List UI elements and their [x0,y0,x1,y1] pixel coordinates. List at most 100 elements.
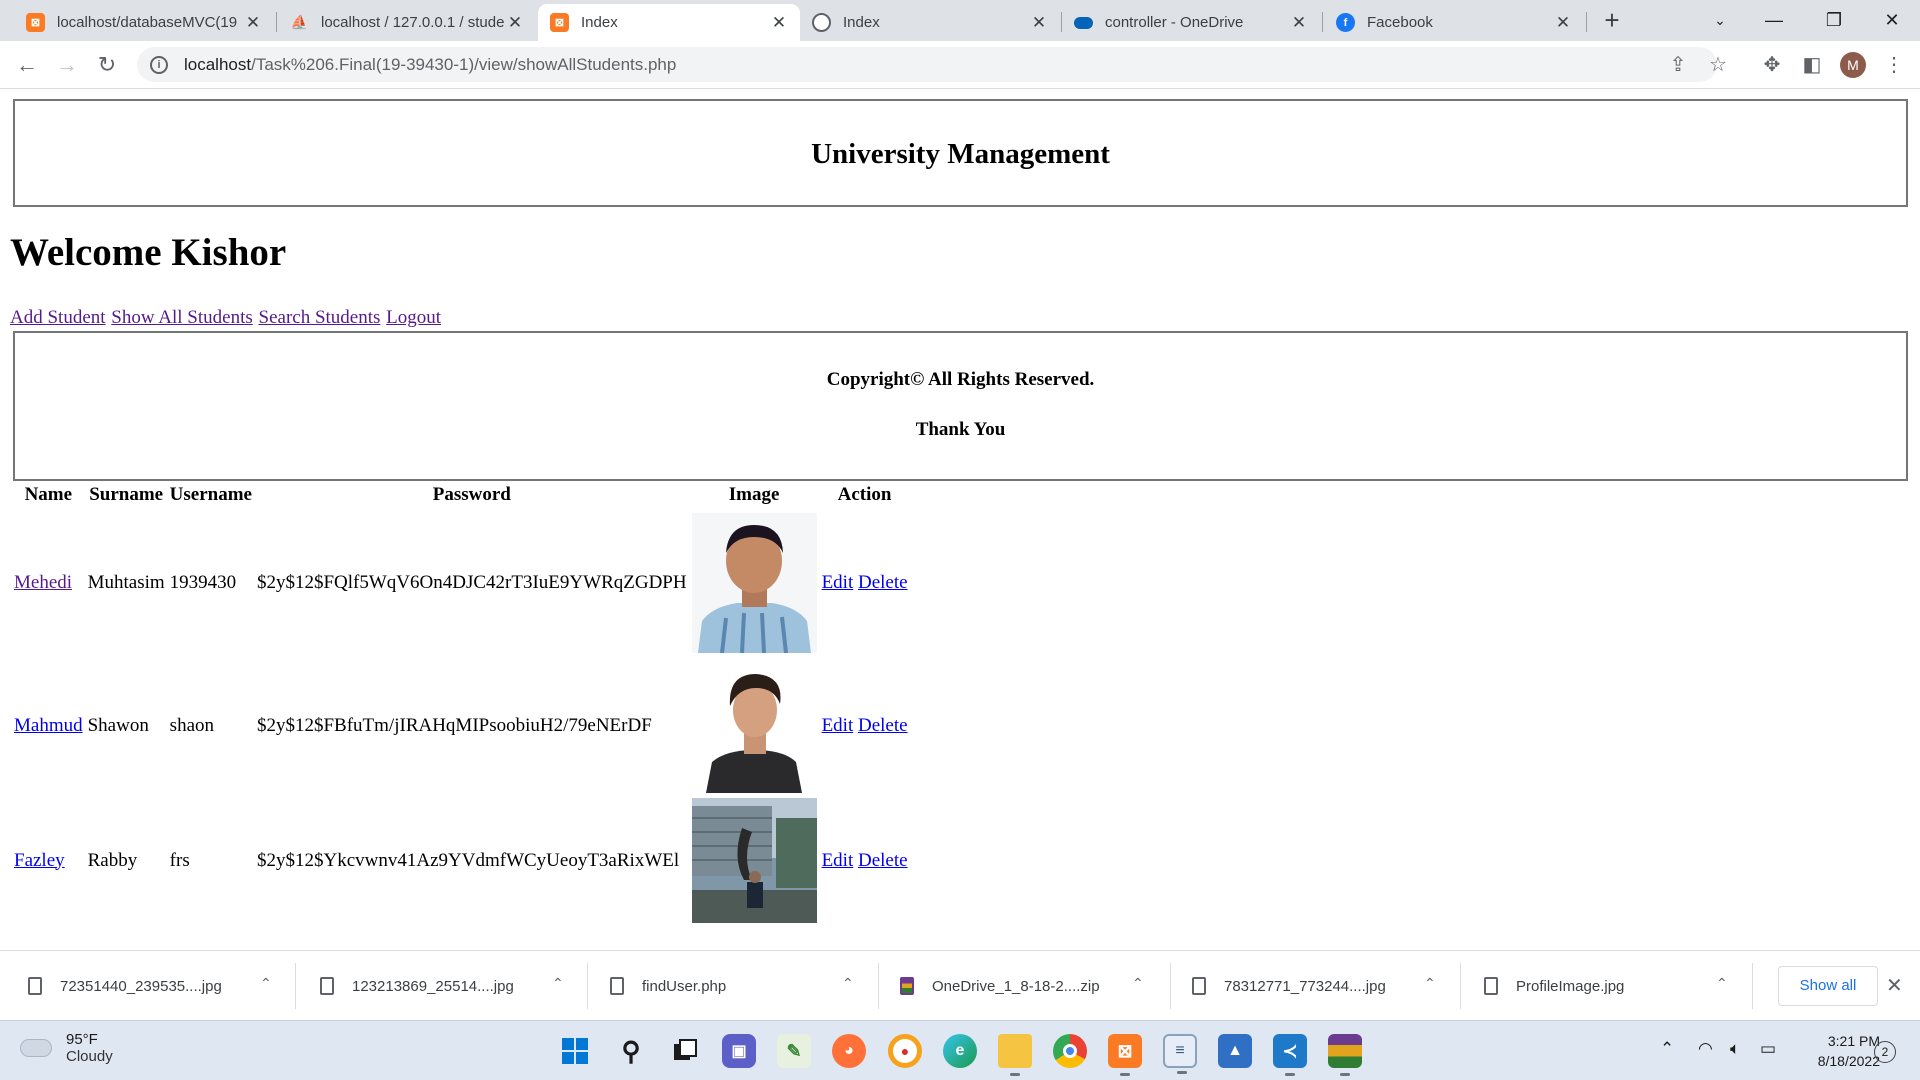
new-tab-button[interactable]: + [1598,6,1626,34]
back-arrow-icon[interactable]: ← [12,50,42,80]
delete-link[interactable]: Delete [858,715,908,736]
close-tab-icon[interactable]: ✕ [1030,13,1048,33]
volume-icon[interactable]: 🔈︎ [1730,1039,1740,1059]
forward-arrow-icon[interactable]: → [52,50,82,80]
nav-links: Add Student Show All Students Search Stu… [10,307,442,329]
teams-chat-icon[interactable]: ▣ [722,1034,756,1068]
student-password-hash: $2y$12$Ykcvwnv41Az9YVdmfWCyUeoyT3aRixWEl [256,849,680,871]
minimize-button[interactable]: — [1746,0,1802,40]
tab-separator [1322,12,1323,32]
show-all-downloads-button[interactable]: Show all [1778,966,1878,1006]
thank-you-text: Thank You [915,419,1006,440]
chevron-up-icon[interactable]: ⌃ [842,975,854,992]
reload-icon[interactable]: ↻ [92,50,122,80]
chrome-icon[interactable] [1053,1034,1087,1068]
student-photo-cell [691,512,818,654]
chevron-up-icon[interactable]: ⌃ [552,975,564,992]
download-bar: 72351440_239535....jpg ⌃ 123213869_25514… [0,950,1920,1020]
restore-button[interactable]: ❐ [1806,0,1862,40]
edit-link[interactable]: Edit [822,572,854,593]
edit-link[interactable]: Edit [822,715,854,736]
close-download-bar-icon[interactable]: ✕ [1886,973,1903,998]
side-panel-icon[interactable]: ◧ [1798,51,1826,79]
browser-tab-6[interactable]: f Facebook ✕ [1324,4,1584,41]
clock-date: 8/18/2022 [1817,1053,1880,1069]
download-item[interactable]: 78312771_773244....jpg ⌃ [1192,951,1442,1021]
student-username: 1939430 [169,572,237,593]
close-window-button[interactable]: ✕ [1864,0,1920,40]
close-tab-icon[interactable]: ✕ [1554,13,1572,33]
chevron-up-icon[interactable]: ⌃ [260,975,272,992]
tab-separator [1586,12,1587,32]
site-info-icon[interactable]: i [150,55,168,74]
chevron-up-icon[interactable]: ⌃ [1660,1039,1674,1059]
opera-gx-icon[interactable]: ● [888,1034,922,1068]
chevron-up-icon[interactable]: ⌃ [1132,975,1144,992]
student-name-link[interactable]: Fazley [14,850,65,871]
browser-tab-5[interactable]: controller - OneDrive ✕ [1062,4,1320,41]
clock[interactable]: 3:21 PM 8/18/2022 [1790,1031,1880,1071]
wifi-icon[interactable]: ◠ [1698,1039,1713,1059]
address-bar[interactable]: i localhost/Task%206.Final(19-39430-1)/v… [137,47,1727,82]
browser-tab-3-active[interactable]: ⊠ Index ✕ [538,4,800,41]
close-tab-icon[interactable]: ✕ [1290,13,1308,33]
browser-tab-2[interactable]: ⛵ localhost / 127.0.0.1 / stude ✕ [278,4,536,41]
chevron-up-icon[interactable]: ⌃ [1716,975,1728,992]
download-item[interactable]: ProfileImage.jpg ⌃ [1484,951,1734,1021]
download-separator [878,963,879,1009]
search-students-link[interactable]: Search Students [259,307,381,328]
edge-icon[interactable]: e [943,1034,977,1068]
logout-link[interactable]: Logout [386,307,441,328]
download-filename: 78312771_773244....jpg [1224,977,1386,995]
file-explorer-icon[interactable] [998,1034,1032,1076]
winrar-icon[interactable] [1328,1034,1362,1076]
url-text: localhost/Task%206.Final(19-39430-1)/vie… [184,55,676,75]
vscode-icon[interactable]: ≺ [1273,1034,1307,1076]
download-item[interactable]: 72351440_239535....jpg ⌃ [28,951,278,1021]
close-tab-icon[interactable]: ✕ [506,13,524,33]
delete-link[interactable]: Delete [858,572,908,593]
column-header-password: Password [432,484,511,505]
chevron-up-icon[interactable]: ⌃ [1424,975,1436,992]
task-view-icon[interactable] [668,1034,702,1068]
profile-avatar[interactable]: M [1840,52,1866,78]
share-icon[interactable]: ⇪ [1667,54,1689,76]
delete-link[interactable]: Delete [858,850,908,871]
edit-link[interactable]: Edit [822,850,854,871]
weather-widget[interactable]: 95°F Cloudy [20,1031,113,1065]
show-all-students-link[interactable]: Show All Students [111,307,252,328]
browser-tab-1[interactable]: ⊠ localhost/databaseMVC(19 ✕ [14,4,274,41]
search-icon[interactable]: ⚲ [614,1034,648,1068]
paint-app-icon[interactable]: ✎ [777,1034,811,1068]
student-photo [691,798,817,923]
windows-start-icon[interactable] [558,1034,592,1068]
bookmark-star-icon[interactable]: ☆ [1707,54,1729,76]
download-item[interactable]: findUser.php ⌃ [610,951,860,1021]
student-name-link[interactable]: Mehedi [14,572,72,593]
student-username: shaon [169,714,214,736]
add-student-link[interactable]: Add Student [10,307,106,328]
download-item[interactable]: 123213869_25514....jpg ⌃ [320,951,570,1021]
zip-archive-icon [900,977,914,995]
download-item[interactable]: OneDrive_1_8-18-2....zip ⌃ [900,951,1150,1021]
tab-separator [276,12,277,32]
close-tab-icon[interactable]: ✕ [770,13,788,33]
notification-badge[interactable]: 2 [1874,1041,1896,1063]
tab-search-button[interactable]: ⌄ [1692,0,1748,40]
xampp-control-icon[interactable]: ⊠ [1108,1034,1142,1076]
notepad-icon[interactable]: ≡ [1163,1034,1197,1074]
student-surname: Rabby [87,849,138,871]
close-tab-icon[interactable]: ✕ [244,13,262,33]
page-title: University Management [811,138,1110,170]
extensions-puzzle-icon[interactable]: ✥ [1758,51,1786,79]
battery-icon[interactable]: ▭ [1760,1039,1776,1059]
download-separator [1460,963,1461,1009]
firefox-icon[interactable]: ◕ [832,1034,866,1068]
student-surname: Shawon [87,714,149,736]
photos-icon[interactable]: ▲ [1218,1034,1252,1068]
download-filename: 72351440_239535....jpg [60,977,222,995]
more-menu-icon[interactable]: ⋮ [1880,51,1908,79]
browser-toolbar: ← → ↻ i localhost/Task%206.Final(19-3943… [0,41,1920,89]
student-name-link[interactable]: Mahmud [14,715,83,736]
browser-tab-4[interactable]: Index ✕ [800,4,1060,41]
